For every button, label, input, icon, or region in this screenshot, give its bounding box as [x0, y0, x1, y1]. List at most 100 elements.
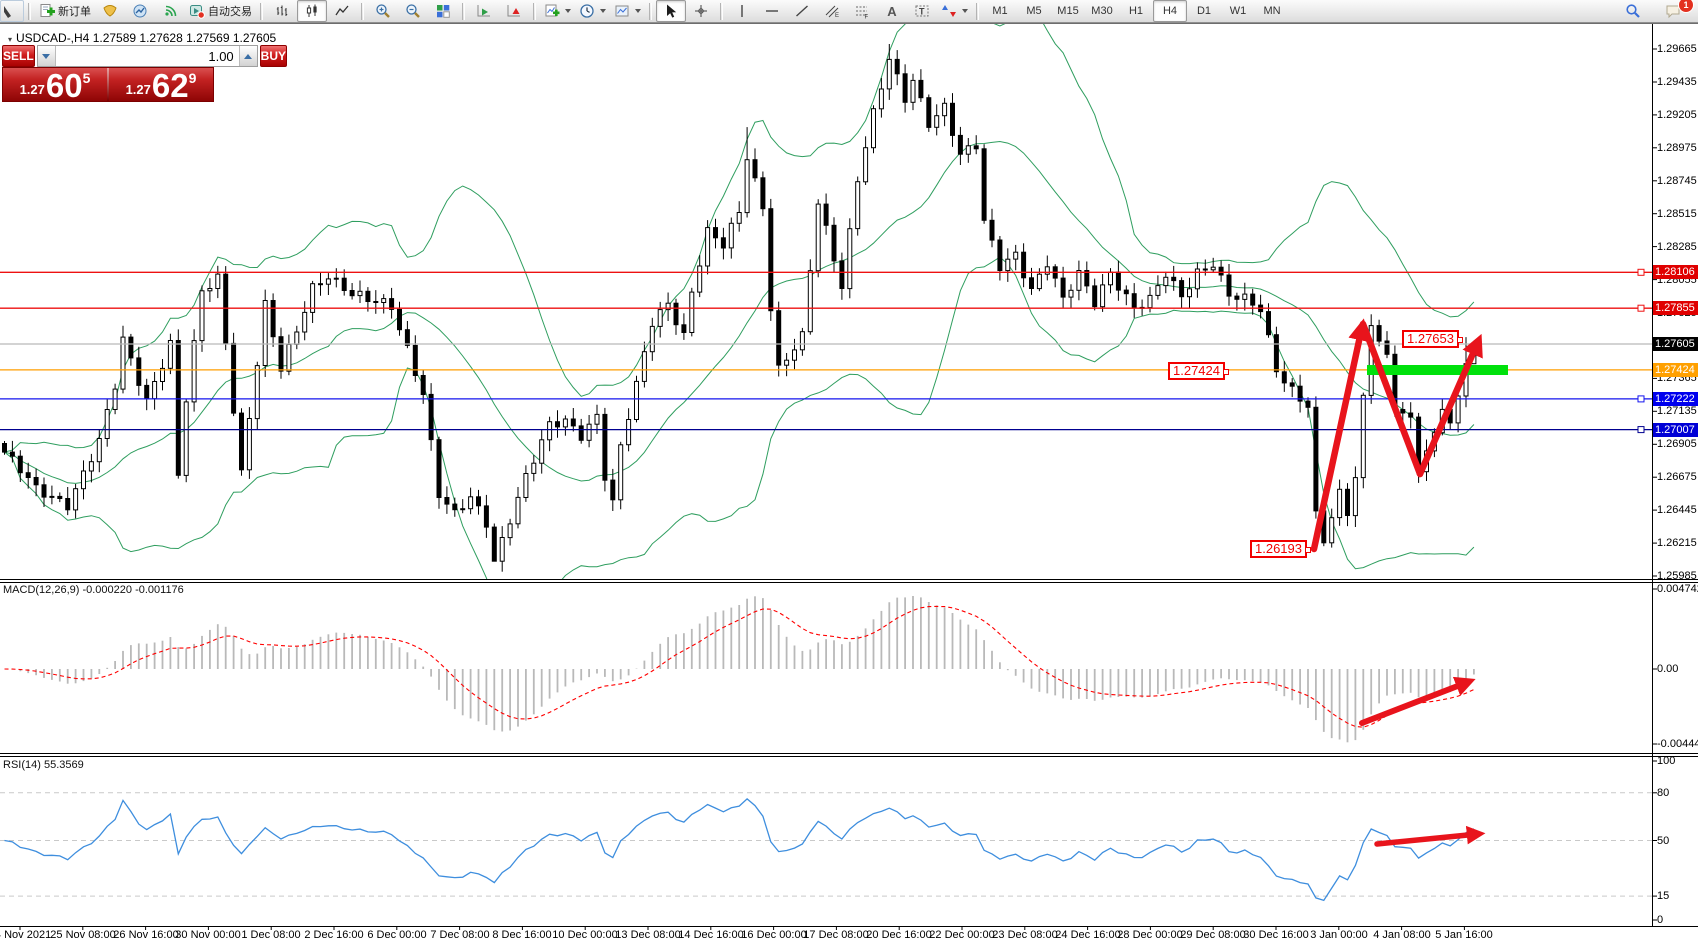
periods-button[interactable] [575, 0, 610, 22]
toolbar-separator [28, 3, 31, 20]
timeframe-h4[interactable]: H4 [1153, 0, 1187, 22]
price-axis-tick: 1.28515 [1657, 208, 1697, 220]
text-label-tool[interactable]: T [907, 0, 937, 22]
price-axis-tick: 1.28975 [1657, 142, 1697, 154]
bar-chart-button[interactable] [267, 0, 297, 22]
date-axis-label: 1 Dec 08:00 [241, 929, 300, 941]
trendline-tool[interactable] [787, 0, 817, 22]
notifications-button[interactable]: 1 [1658, 0, 1688, 22]
anchor-square [1223, 369, 1229, 375]
zoom-in-button[interactable] [368, 0, 398, 22]
timeframe-h1[interactable]: H1 [1119, 0, 1153, 22]
symbol-info: ▾ USDCAD-,H4 1.27589 1.27628 1.27569 1.27… [8, 31, 276, 45]
svg-text:F: F [865, 15, 869, 20]
candlestick-button[interactable] [297, 0, 327, 22]
buy-price-sup: 9 [189, 70, 197, 86]
clock-icon [579, 3, 595, 19]
new-order-button[interactable]: 新订单 [35, 0, 95, 22]
buy-button[interactable]: BUY [260, 45, 287, 67]
timeframe-m1[interactable]: M1 [983, 0, 1017, 22]
annotation-swing-low[interactable]: 1.26193 [1250, 540, 1307, 558]
timeframe-w1[interactable]: W1 [1221, 0, 1255, 22]
price-axis-tick: 1.27135 [1657, 405, 1697, 417]
chart-shift-button[interactable] [499, 0, 529, 22]
macd-axis-tick: 0.004742 [1657, 583, 1698, 595]
tile-windows-icon [435, 3, 451, 19]
autotrading-button[interactable]: 自动交易 [185, 0, 256, 22]
search-button[interactable] [1618, 0, 1648, 22]
crosshair-tool[interactable] [686, 0, 716, 22]
bar-chart-icon [274, 3, 290, 19]
candlestick-icon [304, 3, 320, 19]
arrow-up-icon [244, 54, 252, 59]
signals-button[interactable] [155, 0, 185, 22]
indicators-button[interactable] [540, 0, 575, 22]
level-price-label: 1.27007 [1653, 423, 1698, 437]
svg-text:E: E [835, 13, 839, 19]
indicators-icon [544, 3, 560, 19]
zoom-out-button[interactable] [398, 0, 428, 22]
chart-window: ▾ USDCAD-,H4 1.27589 1.27628 1.27569 1.27… [0, 23, 1698, 941]
annotation-swing-high[interactable]: 1.27653 [1402, 330, 1459, 348]
chevron-down-icon [565, 9, 571, 13]
annotation-text: 1.26193 [1255, 541, 1302, 556]
date-axis-label: 8 Dec 16:00 [492, 929, 551, 941]
fibonacci-tool[interactable]: F [847, 0, 877, 22]
date-axis-label: 22 Dec 00:00 [929, 929, 994, 941]
new-order-icon [39, 3, 55, 19]
templates-button[interactable] [610, 0, 645, 22]
sell-price-prefix: 1.27 [20, 82, 45, 97]
rsi-axis-tick: 100 [1657, 755, 1675, 767]
lot-size-input[interactable] [56, 46, 239, 66]
level-price-label: 1.27855 [1653, 301, 1698, 315]
toolbar-separator [533, 3, 536, 20]
sell-price-sup: 5 [83, 70, 91, 86]
lot-increase-button[interactable] [239, 46, 257, 66]
arrow-objects-icon [941, 3, 957, 19]
collapse-triangle-icon[interactable]: ▾ [8, 35, 12, 44]
timeframe-mn[interactable]: MN [1255, 0, 1289, 22]
templates-icon [614, 3, 630, 19]
profiles-button[interactable] [95, 0, 125, 22]
date-axis-label: 4 Jan 08:00 [1373, 929, 1431, 941]
rsi-axis-tick: 0 [1657, 914, 1663, 926]
clipped-icon[interactable] [0, 0, 24, 22]
rsi-axis-tick: 15 [1657, 890, 1669, 902]
chart-canvas[interactable] [0, 24, 1698, 941]
chevron-down-icon [635, 9, 641, 13]
auto-scroll-icon [476, 3, 492, 19]
date-axis-label: 17 Dec 08:00 [803, 929, 868, 941]
timeframe-m5[interactable]: M5 [1017, 0, 1051, 22]
toolbar-separator [976, 3, 979, 20]
tile-windows-button[interactable] [428, 0, 458, 22]
timeframe-m30[interactable]: M30 [1085, 0, 1119, 22]
market-watch-button[interactable] [125, 0, 155, 22]
sell-price-button[interactable]: 1.27605 [3, 68, 107, 101]
toolbar-separator [361, 3, 364, 20]
symbol-ohlc-text: USDCAD-,H4 1.27589 1.27628 1.27569 1.276… [16, 31, 276, 45]
cursor-tool[interactable] [656, 0, 686, 22]
text-tool[interactable]: A [877, 0, 907, 22]
buy-price-button[interactable]: 1.27629 [109, 68, 213, 101]
line-chart-button[interactable] [327, 0, 357, 22]
fibonacci-icon: F [854, 3, 870, 19]
date-axis-label: 2 Dec 16:00 [304, 929, 363, 941]
timeframe-d1[interactable]: D1 [1187, 0, 1221, 22]
annotation-support-mid[interactable]: 1.27424 [1168, 362, 1225, 380]
zoom-in-icon [375, 3, 391, 19]
toolbar-separator [260, 3, 263, 20]
date-axis-label: 23 Dec 08:00 [992, 929, 1057, 941]
date-axis-label: 10 Dec 00:00 [552, 929, 617, 941]
vertical-line-tool[interactable] [727, 0, 757, 22]
arrows-tool[interactable] [937, 0, 972, 22]
horizontal-line-tool[interactable] [757, 0, 787, 22]
auto-scroll-button[interactable] [469, 0, 499, 22]
lot-decrease-button[interactable] [38, 46, 56, 66]
text-label-icon: T [914, 3, 930, 19]
date-axis-label: 7 Dec 08:00 [430, 929, 489, 941]
buy-price-big: 62 [152, 70, 189, 101]
channel-tool[interactable]: E [817, 0, 847, 22]
sell-button[interactable]: SELL [2, 45, 35, 67]
notification-badge: 1 [1678, 0, 1694, 13]
timeframe-m15[interactable]: M15 [1051, 0, 1085, 22]
